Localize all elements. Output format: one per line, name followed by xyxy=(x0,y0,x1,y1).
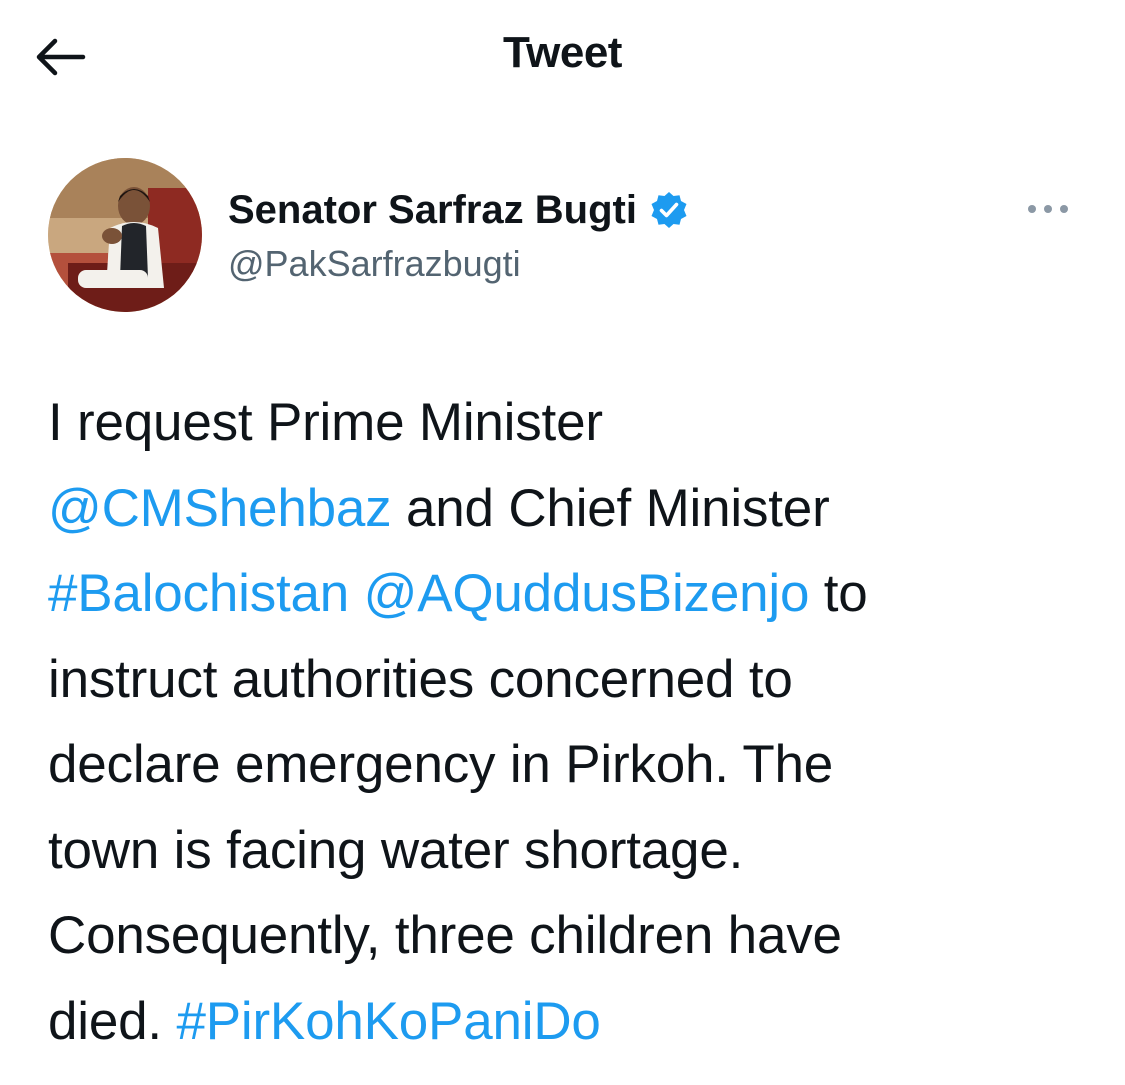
tweet-text-segment: town is facing water shortage. xyxy=(48,820,744,880)
tweet-author: Senator Sarfraz Bugti @PakSarfrazbugti xyxy=(48,158,1078,313)
hashtag-link[interactable]: #PirKohKoPaniDo xyxy=(176,992,600,1051)
more-options-button[interactable] xyxy=(1018,196,1078,226)
hashtag-link[interactable]: #Balochistan xyxy=(48,564,349,623)
tweet-text-segment: instruct authorities concerned to xyxy=(48,649,793,709)
author-display-name: Senator Sarfraz Bugti xyxy=(228,188,637,232)
tweet-text-segment: I request Prime Minister xyxy=(48,393,603,452)
verified-badge-icon xyxy=(649,190,689,230)
tweet-line: #Balochistan @AQuddusBizenjo to xyxy=(48,551,1088,637)
tweet-text-segment: declare emergency in Pirkoh. The xyxy=(48,735,834,794)
tweet-text-segment: to xyxy=(809,564,868,623)
tweet-line: I request Prime Minister xyxy=(48,380,1088,466)
tweet-text-segment xyxy=(349,564,364,623)
avatar[interactable] xyxy=(48,158,202,312)
tweet-text-segment: died. xyxy=(48,991,177,1051)
tweet-line: Consequently, three children have xyxy=(48,893,1088,979)
tweet-text-segment: Consequently, three children have xyxy=(48,906,842,965)
tweet-text-segment: and Chief Minister xyxy=(391,478,830,538)
mention-link[interactable]: @CMShehbaz xyxy=(48,479,392,538)
tweet-line: declare emergency in Pirkoh. The xyxy=(48,722,1088,808)
tweet-line: @CMShehbaz and Chief Minister xyxy=(48,466,1088,552)
mention-link[interactable]: @AQuddusBizenjo xyxy=(364,564,810,623)
author-handle[interactable]: @PakSarfrazbugti xyxy=(228,240,689,288)
tweet-text: I request Prime Minister @CMShehbaz and … xyxy=(48,380,1088,1064)
more-options-icon xyxy=(1026,202,1070,220)
page-title: Tweet xyxy=(503,28,622,77)
top-bar: Tweet xyxy=(0,0,1125,115)
tweet-line: died. #PirKohKoPaniDo xyxy=(48,979,1088,1065)
author-name-row[interactable]: Senator Sarfraz Bugti xyxy=(228,186,689,234)
tweet-line: town is facing water shortage. xyxy=(48,808,1088,894)
tweet-line: instruct authorities concerned to xyxy=(48,637,1088,723)
